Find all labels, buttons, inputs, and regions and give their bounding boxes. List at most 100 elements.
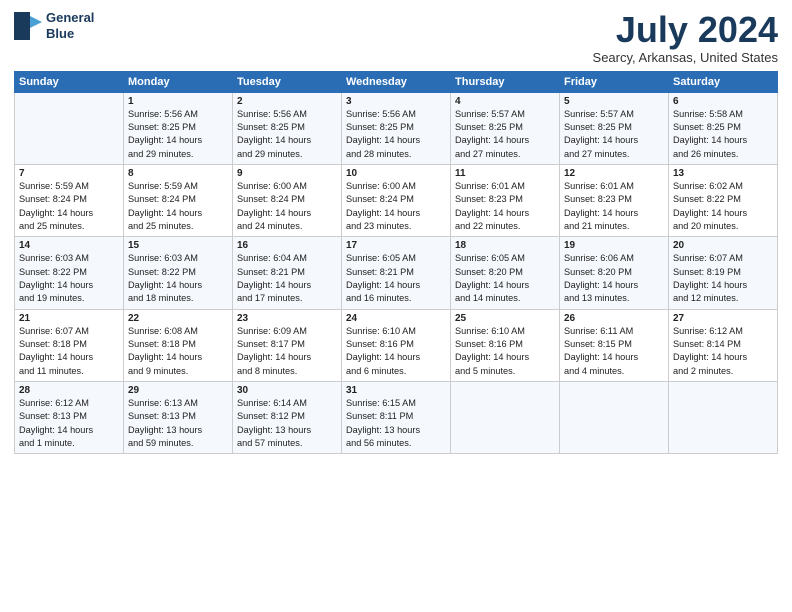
day-number: 27	[673, 313, 773, 324]
cell-info: Sunrise: 6:07 AM Sunset: 8:18 PM Dayligh…	[19, 325, 119, 378]
cell-4-7: 27Sunrise: 6:12 AM Sunset: 8:14 PM Dayli…	[669, 309, 778, 381]
cell-5-2: 29Sunrise: 6:13 AM Sunset: 8:13 PM Dayli…	[124, 382, 233, 454]
subtitle: Searcy, Arkansas, United States	[593, 50, 778, 65]
cell-5-6	[560, 382, 669, 454]
cell-1-2: 1Sunrise: 5:56 AM Sunset: 8:25 PM Daylig…	[124, 92, 233, 164]
day-number: 11	[455, 168, 555, 179]
week-row-4: 21Sunrise: 6:07 AM Sunset: 8:18 PM Dayli…	[15, 309, 778, 381]
day-number: 1	[128, 96, 228, 107]
cell-info: Sunrise: 6:01 AM Sunset: 8:23 PM Dayligh…	[455, 180, 555, 233]
logo-text: General Blue	[46, 10, 94, 41]
col-header-sunday: Sunday	[15, 71, 124, 92]
cell-info: Sunrise: 6:01 AM Sunset: 8:23 PM Dayligh…	[564, 180, 664, 233]
cell-info: Sunrise: 6:05 AM Sunset: 8:21 PM Dayligh…	[346, 252, 446, 305]
cell-3-4: 17Sunrise: 6:05 AM Sunset: 8:21 PM Dayli…	[342, 237, 451, 309]
cell-info: Sunrise: 6:07 AM Sunset: 8:19 PM Dayligh…	[673, 252, 773, 305]
col-header-monday: Monday	[124, 71, 233, 92]
day-number: 17	[346, 240, 446, 251]
col-header-saturday: Saturday	[669, 71, 778, 92]
cell-1-6: 5Sunrise: 5:57 AM Sunset: 8:25 PM Daylig…	[560, 92, 669, 164]
cell-info: Sunrise: 6:11 AM Sunset: 8:15 PM Dayligh…	[564, 325, 664, 378]
cell-3-5: 18Sunrise: 6:05 AM Sunset: 8:20 PM Dayli…	[451, 237, 560, 309]
cell-info: Sunrise: 6:12 AM Sunset: 8:13 PM Dayligh…	[19, 397, 119, 450]
day-number: 25	[455, 313, 555, 324]
col-header-tuesday: Tuesday	[233, 71, 342, 92]
cell-4-5: 25Sunrise: 6:10 AM Sunset: 8:16 PM Dayli…	[451, 309, 560, 381]
cell-info: Sunrise: 5:59 AM Sunset: 8:24 PM Dayligh…	[19, 180, 119, 233]
day-number: 9	[237, 168, 337, 179]
day-number: 5	[564, 96, 664, 107]
page: General Blue July 2024 Searcy, Arkansas,…	[0, 0, 792, 612]
cell-1-1	[15, 92, 124, 164]
day-number: 6	[673, 96, 773, 107]
cell-5-5	[451, 382, 560, 454]
cell-2-5: 11Sunrise: 6:01 AM Sunset: 8:23 PM Dayli…	[451, 164, 560, 236]
cell-2-3: 9Sunrise: 6:00 AM Sunset: 8:24 PM Daylig…	[233, 164, 342, 236]
col-header-wednesday: Wednesday	[342, 71, 451, 92]
cell-2-7: 13Sunrise: 6:02 AM Sunset: 8:22 PM Dayli…	[669, 164, 778, 236]
cell-info: Sunrise: 6:03 AM Sunset: 8:22 PM Dayligh…	[19, 252, 119, 305]
cell-1-4: 3Sunrise: 5:56 AM Sunset: 8:25 PM Daylig…	[342, 92, 451, 164]
calendar-table: SundayMondayTuesdayWednesdayThursdayFrid…	[14, 71, 778, 455]
week-row-3: 14Sunrise: 6:03 AM Sunset: 8:22 PM Dayli…	[15, 237, 778, 309]
cell-info: Sunrise: 5:58 AM Sunset: 8:25 PM Dayligh…	[673, 108, 773, 161]
cell-3-6: 19Sunrise: 6:06 AM Sunset: 8:20 PM Dayli…	[560, 237, 669, 309]
cell-info: Sunrise: 5:56 AM Sunset: 8:25 PM Dayligh…	[128, 108, 228, 161]
cell-5-3: 30Sunrise: 6:14 AM Sunset: 8:12 PM Dayli…	[233, 382, 342, 454]
cell-info: Sunrise: 6:04 AM Sunset: 8:21 PM Dayligh…	[237, 252, 337, 305]
cell-info: Sunrise: 6:10 AM Sunset: 8:16 PM Dayligh…	[346, 325, 446, 378]
day-number: 10	[346, 168, 446, 179]
day-number: 26	[564, 313, 664, 324]
cell-2-1: 7Sunrise: 5:59 AM Sunset: 8:24 PM Daylig…	[15, 164, 124, 236]
cell-3-2: 15Sunrise: 6:03 AM Sunset: 8:22 PM Dayli…	[124, 237, 233, 309]
header: General Blue July 2024 Searcy, Arkansas,…	[14, 10, 778, 65]
cell-info: Sunrise: 6:05 AM Sunset: 8:20 PM Dayligh…	[455, 252, 555, 305]
cell-info: Sunrise: 6:13 AM Sunset: 8:13 PM Dayligh…	[128, 397, 228, 450]
month-title: July 2024	[593, 10, 778, 50]
day-number: 22	[128, 313, 228, 324]
week-row-2: 7Sunrise: 5:59 AM Sunset: 8:24 PM Daylig…	[15, 164, 778, 236]
cell-3-1: 14Sunrise: 6:03 AM Sunset: 8:22 PM Dayli…	[15, 237, 124, 309]
title-block: July 2024 Searcy, Arkansas, United State…	[593, 10, 778, 65]
day-number: 21	[19, 313, 119, 324]
cell-info: Sunrise: 5:56 AM Sunset: 8:25 PM Dayligh…	[237, 108, 337, 161]
cell-5-7	[669, 382, 778, 454]
cell-info: Sunrise: 5:57 AM Sunset: 8:25 PM Dayligh…	[564, 108, 664, 161]
cell-4-1: 21Sunrise: 6:07 AM Sunset: 8:18 PM Dayli…	[15, 309, 124, 381]
cell-info: Sunrise: 6:00 AM Sunset: 8:24 PM Dayligh…	[237, 180, 337, 233]
cell-info: Sunrise: 6:00 AM Sunset: 8:24 PM Dayligh…	[346, 180, 446, 233]
cell-info: Sunrise: 5:57 AM Sunset: 8:25 PM Dayligh…	[455, 108, 555, 161]
cell-4-4: 24Sunrise: 6:10 AM Sunset: 8:16 PM Dayli…	[342, 309, 451, 381]
week-row-5: 28Sunrise: 6:12 AM Sunset: 8:13 PM Dayli…	[15, 382, 778, 454]
day-number: 13	[673, 168, 773, 179]
cell-5-1: 28Sunrise: 6:12 AM Sunset: 8:13 PM Dayli…	[15, 382, 124, 454]
cell-5-4: 31Sunrise: 6:15 AM Sunset: 8:11 PM Dayli…	[342, 382, 451, 454]
cell-info: Sunrise: 6:10 AM Sunset: 8:16 PM Dayligh…	[455, 325, 555, 378]
week-row-1: 1Sunrise: 5:56 AM Sunset: 8:25 PM Daylig…	[15, 92, 778, 164]
day-number: 3	[346, 96, 446, 107]
cell-info: Sunrise: 6:08 AM Sunset: 8:18 PM Dayligh…	[128, 325, 228, 378]
day-number: 18	[455, 240, 555, 251]
cell-4-6: 26Sunrise: 6:11 AM Sunset: 8:15 PM Dayli…	[560, 309, 669, 381]
cell-info: Sunrise: 6:12 AM Sunset: 8:14 PM Dayligh…	[673, 325, 773, 378]
cell-info: Sunrise: 5:56 AM Sunset: 8:25 PM Dayligh…	[346, 108, 446, 161]
day-number: 15	[128, 240, 228, 251]
cell-1-7: 6Sunrise: 5:58 AM Sunset: 8:25 PM Daylig…	[669, 92, 778, 164]
cell-3-3: 16Sunrise: 6:04 AM Sunset: 8:21 PM Dayli…	[233, 237, 342, 309]
day-number: 28	[19, 385, 119, 396]
cell-2-6: 12Sunrise: 6:01 AM Sunset: 8:23 PM Dayli…	[560, 164, 669, 236]
col-header-friday: Friday	[560, 71, 669, 92]
day-number: 19	[564, 240, 664, 251]
cell-2-2: 8Sunrise: 5:59 AM Sunset: 8:24 PM Daylig…	[124, 164, 233, 236]
day-number: 7	[19, 168, 119, 179]
cell-3-7: 20Sunrise: 6:07 AM Sunset: 8:19 PM Dayli…	[669, 237, 778, 309]
day-number: 24	[346, 313, 446, 324]
day-number: 23	[237, 313, 337, 324]
day-number: 31	[346, 385, 446, 396]
day-number: 29	[128, 385, 228, 396]
cell-info: Sunrise: 6:02 AM Sunset: 8:22 PM Dayligh…	[673, 180, 773, 233]
cell-info: Sunrise: 6:06 AM Sunset: 8:20 PM Dayligh…	[564, 252, 664, 305]
logo-icon	[14, 12, 42, 40]
cell-2-4: 10Sunrise: 6:00 AM Sunset: 8:24 PM Dayli…	[342, 164, 451, 236]
day-number: 12	[564, 168, 664, 179]
